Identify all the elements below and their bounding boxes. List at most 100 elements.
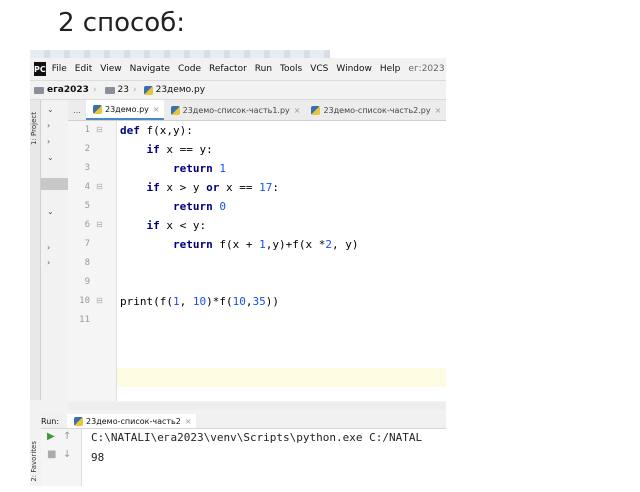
tree-row[interactable]: › [41,255,68,273]
tree-row[interactable]: ⌄ [41,204,68,222]
breadcrumb-folder[interactable]: 23 [118,85,129,95]
code-keyword: return [172,162,213,175]
window-title: ег:2023 [C:\NAT [408,64,446,74]
run-toolbar: ▶ ↑ ■ ↓ [41,429,82,486]
menu-help[interactable]: Help [380,64,401,74]
breadcrumb-file[interactable]: 23демо.py [156,85,205,95]
line-number: 1 [84,125,90,135]
line-number: 10 [79,296,90,306]
slide-title: 2 способ: [58,8,186,38]
line-number: 5 [84,201,90,211]
close-icon[interactable]: × [185,417,192,426]
menu-file[interactable]: File [52,64,67,74]
tree-row[interactable]: ⌄ [41,150,68,168]
chevron-right-icon: › [47,121,51,130]
code-token: print(f( [120,295,173,308]
code-line: print(f(1, 10)*f(10,35)) [120,292,279,311]
folder-icon [34,86,44,94]
arrow-up-icon[interactable]: ↑ [63,431,71,442]
code-keyword: or [206,181,220,194]
chevron-right-icon: › [47,243,51,252]
run-console: ▶ ↑ ■ ↓ C:\NATALI\ега2023\venv\Scripts\p… [41,429,446,486]
code-number: 2 [325,238,332,251]
chevron-down-icon: ⌄ [47,153,54,162]
line-number: 7 [84,239,90,249]
favorites-tool-button[interactable]: 2: Favorites [30,441,40,482]
code-keyword: return [172,238,213,251]
code-token: , [179,295,193,308]
close-icon[interactable]: × [153,105,160,114]
tab-list-button[interactable]: ... [68,106,86,115]
code-token: )*f( [206,295,233,308]
code-token: f(x,y): [139,124,193,137]
run-tab[interactable]: 23демо-список-часть2 × [67,414,196,428]
code-area[interactable]: def f(x,y): if x == y: return 1 if x > y… [120,121,446,401]
code-token: x == y: [159,143,213,156]
menu-edit[interactable]: Edit [75,64,92,74]
code-number: 0 [219,200,226,213]
code-token: x == [219,181,260,194]
fold-marker-icon[interactable]: ⊟ [96,296,103,305]
folder-icon [104,86,115,94]
console-output-line: C:\NATALI\ега2023\venv\Scripts\python.ex… [91,431,423,444]
breadcrumb: ега2023 › 23 › 23демо.py [30,81,446,100]
menu-window[interactable]: Window [336,64,372,74]
code-number: 17 [259,181,273,194]
stop-icon[interactable]: ■ [47,449,56,460]
menu-navigate[interactable]: Navigate [130,64,170,74]
close-icon[interactable]: × [435,106,442,115]
breadcrumb-project[interactable]: ега2023 [47,85,89,95]
console-output-line: 98 [91,451,105,464]
fold-marker-icon[interactable]: ⊟ [96,182,103,191]
project-tool-button[interactable]: 1: Project [30,112,40,145]
close-icon[interactable]: × [294,106,301,115]
fold-marker-icon[interactable]: ⊟ [96,125,103,134]
line-gutter: 1 2 3 4 5 6 7 8 9 10 11 ⊟ ⊟ ⊟ ⊟ [68,121,117,401]
menu-vcs[interactable]: VCS [310,64,328,74]
python-file-icon [143,85,153,95]
code-line: return 0 [120,197,226,216]
line-number: 9 [84,277,90,287]
run-tool-header: Run: 23демо-список-часть2 × [41,414,446,429]
line-number: 2 [84,144,90,154]
chevron-down-icon: ⌄ [47,105,54,114]
code-token: x < y: [159,219,207,232]
chevron-down-icon: ⌄ [47,207,54,216]
tab-label: 23демо.py [105,104,149,114]
fold-marker-icon[interactable]: ⊟ [96,220,103,229]
code-line: return f(x + 1,y)+f(x *2, y) [120,235,358,254]
chevron-right-icon: › [47,258,51,267]
menu-bar: PC File Edit View Navigate Code Refactor… [30,58,446,81]
chevron-right-icon: › [47,137,51,146]
code-editor[interactable]: 1 2 3 4 5 6 7 8 9 10 11 ⊟ ⊟ ⊟ ⊟ def f(x,y): if x == y:… [68,121,446,401]
menu-run[interactable]: Run [255,64,272,74]
menu-view[interactable]: View [100,64,121,74]
code-number: 10 [232,295,246,308]
menu-code[interactable]: Code [178,64,201,74]
tab-23demo-part1[interactable]: 23демо-список-часть1.py × [164,100,305,120]
code-token: x > y [159,181,207,194]
run-label: Run: [41,416,60,426]
menu-refactor[interactable]: Refactor [209,64,247,74]
menu-tools[interactable]: Tools [280,64,302,74]
code-number: 35 [252,295,266,308]
arrow-down-icon[interactable]: ↓ [63,449,71,460]
horizontal-scrollbar[interactable] [68,402,446,410]
line-number: 6 [84,220,90,230]
code-token: f(x + [212,238,260,251]
python-file-icon [93,104,102,114]
tab-23demo-part2[interactable]: 23демо-список-часть2.py × [304,100,445,120]
run-play-icon[interactable]: ▶ [47,431,55,442]
code-line: return 1 [120,159,226,178]
code-token: , y) [331,238,359,251]
code-token: : [272,181,279,194]
python-run-icon [74,416,84,426]
code-keyword: if [146,181,160,194]
tab-23demo[interactable]: 23демо.py × [86,100,164,120]
line-number: 4 [84,182,90,192]
